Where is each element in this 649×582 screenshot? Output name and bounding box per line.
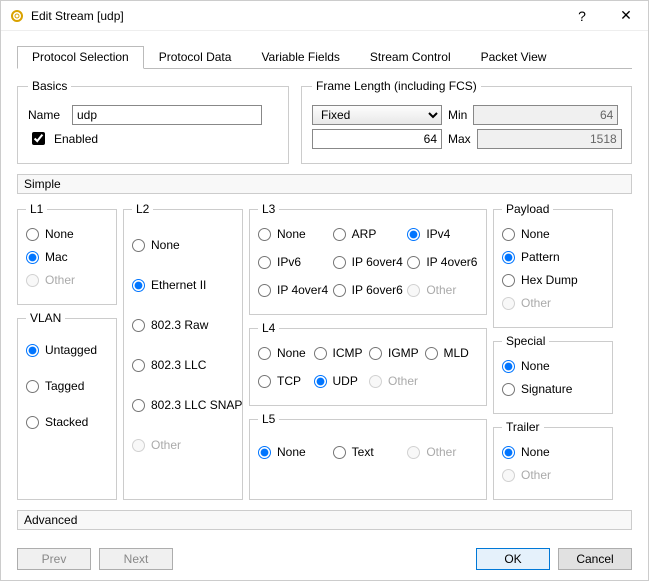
prev-button: Prev [17, 548, 91, 570]
l4-icmp[interactable]: ICMP [314, 346, 368, 360]
special-signature[interactable]: Signature [502, 382, 604, 396]
frame-length-legend: Frame Length (including FCS) [312, 79, 481, 93]
l2-legend: L2 [132, 202, 153, 216]
l3-other: Other [407, 283, 478, 297]
basics-legend: Basics [28, 79, 71, 93]
help-icon: ? [578, 8, 586, 24]
trailer-group: Trailer None Other [493, 420, 613, 500]
l5-group: L5 None Text Other [249, 412, 487, 500]
max-input [477, 129, 622, 149]
vlan-group: VLAN Untagged Tagged Stacked [17, 311, 117, 500]
titlebar: Edit Stream [udp] ? ✕ [1, 1, 648, 31]
l5-legend: L5 [258, 412, 279, 426]
l3-ip6over4[interactable]: IP 6over4 [333, 255, 404, 269]
l1-other: Other [26, 273, 108, 287]
l1-none[interactable]: None [26, 227, 108, 241]
l2-other: Other [132, 438, 234, 452]
l2-8023-llc-snap[interactable]: 802.3 LLC SNAP [132, 398, 234, 412]
tab-stream-control[interactable]: Stream Control [355, 46, 466, 69]
l1-group: L1 None Mac Other [17, 202, 117, 305]
max-label: Max [448, 132, 471, 146]
frame-length-input[interactable] [312, 129, 442, 149]
l3-ipv4[interactable]: IPv4 [407, 227, 478, 241]
help-button[interactable]: ? [560, 1, 604, 31]
l3-ip4over6[interactable]: IP 4over6 [407, 255, 478, 269]
tabbar: Protocol Selection Protocol Data Variabl… [17, 45, 632, 69]
l2-group: L2 None Ethernet II 802.3 Raw 802.3 LLC … [123, 202, 243, 500]
frame-length-mode-select[interactable]: Fixed [312, 105, 442, 125]
l4-udp[interactable]: UDP [314, 374, 368, 388]
special-group: Special None Signature [493, 334, 613, 414]
frame-length-group: Frame Length (including FCS) Fixed Min M… [301, 79, 632, 164]
min-label: Min [448, 108, 467, 122]
cancel-button[interactable]: Cancel [558, 548, 632, 570]
l3-arp[interactable]: ARP [333, 227, 404, 241]
payload-pattern[interactable]: Pattern [502, 250, 604, 264]
vlan-tagged[interactable]: Tagged [26, 379, 108, 393]
tab-packet-view[interactable]: Packet View [466, 46, 562, 69]
l5-none[interactable]: None [258, 445, 329, 459]
l2-8023-llc[interactable]: 802.3 LLC [132, 358, 234, 372]
app-icon [9, 8, 25, 24]
close-button[interactable]: ✕ [604, 1, 648, 31]
name-label: Name [28, 108, 66, 122]
close-icon: ✕ [620, 7, 632, 24]
l3-legend: L3 [258, 202, 279, 216]
special-none[interactable]: None [502, 359, 604, 373]
l4-group: L4 None ICMP IGMP MLD TCP UDP Other [249, 321, 487, 406]
advanced-section-header[interactable]: Advanced [17, 510, 632, 530]
simple-section-header[interactable]: Simple [17, 174, 632, 194]
l5-text[interactable]: Text [333, 445, 404, 459]
trailer-other: Other [502, 468, 604, 482]
vlan-stacked[interactable]: Stacked [26, 415, 108, 429]
min-input [473, 105, 618, 125]
l3-ip4over4[interactable]: IP 4over4 [258, 283, 329, 297]
enabled-label: Enabled [54, 132, 98, 146]
next-button: Next [99, 548, 173, 570]
vlan-untagged[interactable]: Untagged [26, 343, 108, 357]
payload-legend: Payload [502, 202, 553, 216]
l3-none[interactable]: None [258, 227, 329, 241]
payload-other: Other [502, 296, 604, 310]
l2-ethernet-ii[interactable]: Ethernet II [132, 278, 234, 292]
tab-variable-fields[interactable]: Variable Fields [246, 46, 354, 69]
l2-none[interactable]: None [132, 238, 234, 252]
l4-igmp[interactable]: IGMP [369, 346, 423, 360]
footer: Prev Next OK Cancel [1, 540, 648, 582]
l4-mld[interactable]: MLD [425, 346, 479, 360]
vlan-legend: VLAN [26, 311, 65, 325]
name-input[interactable] [72, 105, 262, 125]
l1-legend: L1 [26, 202, 47, 216]
ok-button[interactable]: OK [476, 548, 550, 570]
window-title: Edit Stream [udp] [31, 9, 560, 23]
special-legend: Special [502, 334, 549, 348]
l2-8023-raw[interactable]: 802.3 Raw [132, 318, 234, 332]
l4-none[interactable]: None [258, 346, 312, 360]
l1-mac[interactable]: Mac [26, 250, 108, 264]
payload-hexdump[interactable]: Hex Dump [502, 273, 604, 287]
payload-none[interactable]: None [502, 227, 604, 241]
l3-ipv6[interactable]: IPv6 [258, 255, 329, 269]
l4-other: Other [369, 374, 423, 388]
trailer-none[interactable]: None [502, 445, 604, 459]
tab-protocol-selection[interactable]: Protocol Selection [17, 46, 144, 69]
l3-group: L3 None ARP IPv4 IPv6 IP 6over4 IP 4over… [249, 202, 487, 315]
enabled-checkbox[interactable] [32, 132, 45, 145]
payload-group: Payload None Pattern Hex Dump Other [493, 202, 613, 328]
l4-tcp[interactable]: TCP [258, 374, 312, 388]
trailer-legend: Trailer [502, 420, 544, 434]
l5-other: Other [407, 445, 478, 459]
l3-ip6over6[interactable]: IP 6over6 [333, 283, 404, 297]
basics-group: Basics Name Enabled [17, 79, 289, 164]
l4-legend: L4 [258, 321, 279, 335]
tab-protocol-data[interactable]: Protocol Data [144, 46, 247, 69]
